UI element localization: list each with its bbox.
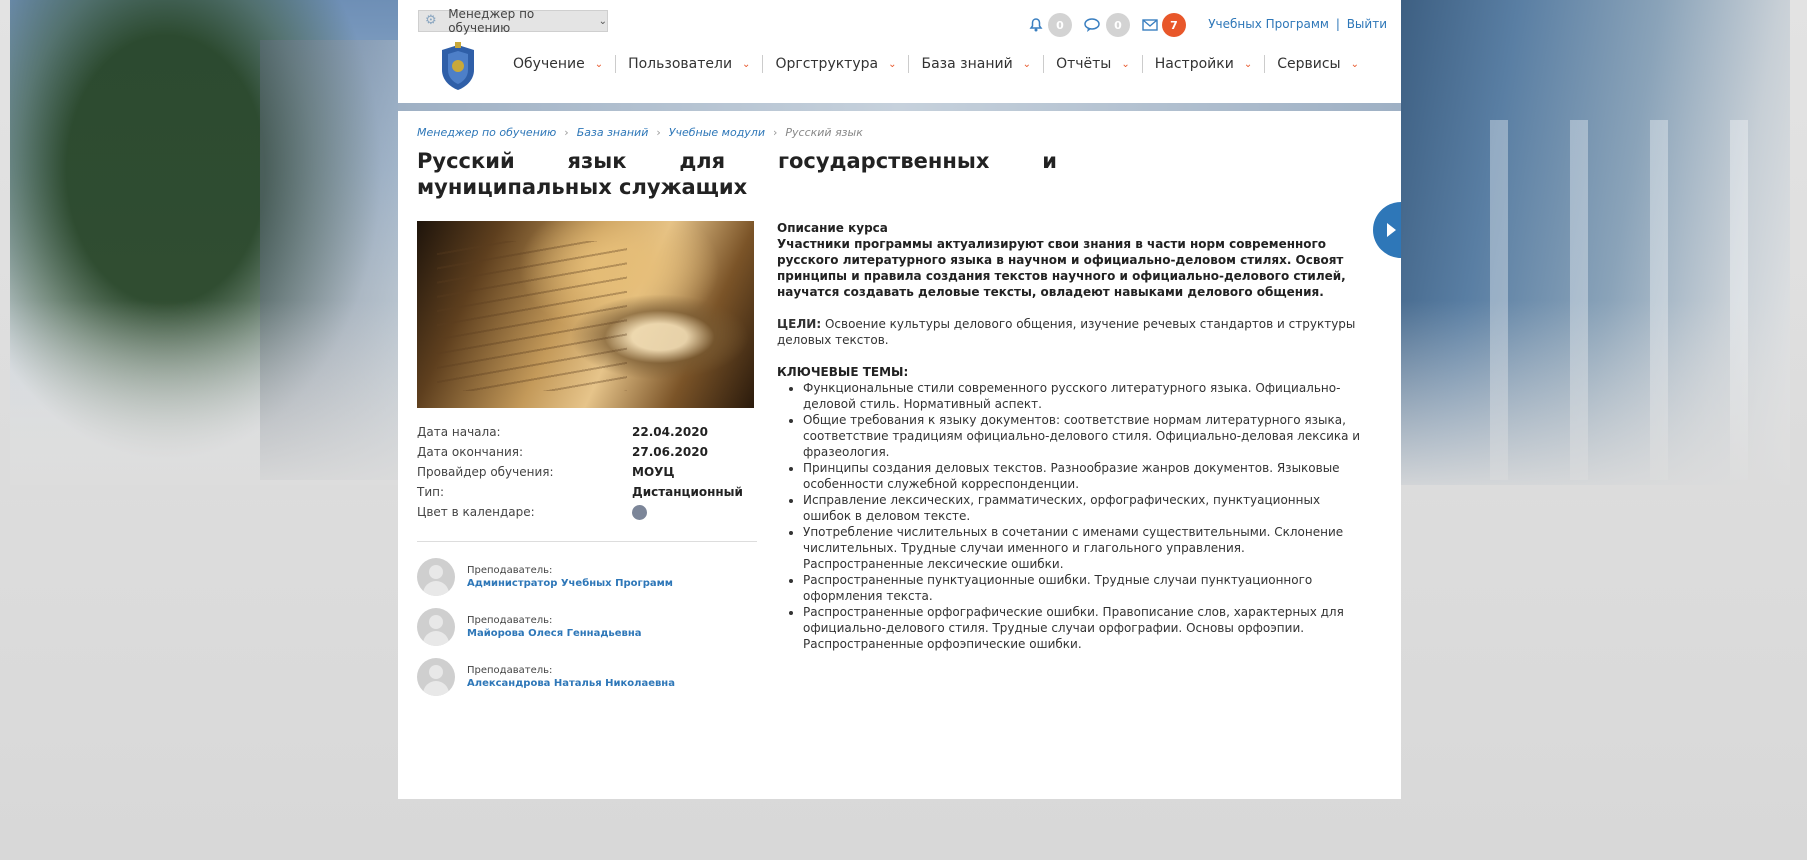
teacher-name-link[interactable]: Майорова Олеся Геннадьевна xyxy=(467,628,642,639)
site-header: ⚙ Менеджер по обучению ⌄ 0 0 7 Учебных П… xyxy=(398,0,1401,103)
mail-icon xyxy=(1142,19,1158,31)
breadcrumb-separator: › xyxy=(564,126,569,139)
breadcrumb-separator: › xyxy=(772,126,778,139)
list-item: Распространенные орфографические ошибки.… xyxy=(803,604,1367,652)
goals-paragraph: ЦЕЛИ: Освоение культуры делового общения… xyxy=(777,316,1367,348)
teacher-label: Преподаватель: xyxy=(467,565,553,576)
description-heading: Описание курса xyxy=(777,221,888,235)
breadcrumb: Менеджер по обучению › База знаний › Уче… xyxy=(417,126,863,139)
list-item: Исправление лексических, грамматических,… xyxy=(803,492,1367,524)
info-value: 27.06.2020 xyxy=(632,445,708,459)
breadcrumb-current: Русский язык xyxy=(785,126,863,139)
nav-label: База знаний xyxy=(921,56,1013,72)
description-lead: Участники программы актуализируют свои з… xyxy=(777,237,1346,299)
course-panel: Менеджер по обучению › База знаний › Уче… xyxy=(398,111,1401,799)
chevron-down-icon: ⌄ xyxy=(594,58,604,70)
nav-label: Оргструктура xyxy=(775,56,879,72)
breadcrumb-separator: › xyxy=(656,126,661,139)
coat-of-arms-icon[interactable] xyxy=(438,42,478,92)
bell-icon xyxy=(1029,18,1043,32)
link-separator: | xyxy=(1335,17,1340,31)
teacher-label: Преподаватель: xyxy=(467,615,553,626)
user-links: Учебных Программ | Выйти xyxy=(1208,17,1387,31)
info-row-calendar-color: Цвет в календаре: xyxy=(417,502,757,522)
info-key: Цвет в календаре: xyxy=(417,505,535,519)
nav-item-services[interactable]: Сервисы ⌄ xyxy=(1264,55,1371,73)
info-row-provider: Провайдер обучения: МОУЦ xyxy=(417,462,757,482)
teacher-name-link[interactable]: Администратор Учебных Программ xyxy=(467,578,673,589)
chat-icon xyxy=(1084,18,1100,32)
goals-label: ЦЕЛИ: xyxy=(777,317,822,331)
header-photo-strip xyxy=(398,103,1401,111)
chevron-down-icon: ⌄ xyxy=(1022,58,1032,70)
nav-item-knowledge-base[interactable]: База знаний ⌄ xyxy=(908,55,1043,73)
info-divider xyxy=(417,541,757,542)
main-nav: Обучение ⌄ Пользователи ⌄ Оргструктура ⌄… xyxy=(513,55,1371,73)
info-value: Дистанционный xyxy=(632,485,743,499)
course-description: Описание курса Участники программы актуа… xyxy=(777,220,1367,652)
calendar-color-swatch xyxy=(632,504,647,520)
messages-button[interactable]: 0 xyxy=(1084,13,1130,37)
course-image xyxy=(417,221,754,408)
info-row-type: Тип: Дистанционный xyxy=(417,482,757,502)
info-value: МОУЦ xyxy=(632,465,675,479)
teacher-card: Преподаватель: Александрова Наталья Нико… xyxy=(417,657,757,697)
chevron-down-icon: ⌄ xyxy=(888,58,897,70)
course-info: Дата начала: 22.04.2020 Дата окончания: … xyxy=(417,422,757,522)
list-item: Употребление числительных в сочетании с … xyxy=(803,524,1367,572)
info-row-end: Дата окончания: 27.06.2020 xyxy=(417,442,757,462)
info-key: Дата начала: xyxy=(417,425,501,439)
chevron-down-icon: ⌄ xyxy=(598,15,607,27)
list-item: Общие требования к языку документов: соо… xyxy=(803,412,1367,460)
info-key: Дата окончания: xyxy=(417,445,524,459)
avatar xyxy=(417,558,455,596)
mail-button[interactable]: 7 xyxy=(1142,13,1186,37)
chevron-down-icon: ⌄ xyxy=(1243,58,1253,70)
gear-icon: ⚙ xyxy=(425,13,437,28)
topics-list: Функциональные стили современного русско… xyxy=(777,380,1367,652)
nav-label: Пользователи xyxy=(628,56,733,72)
teacher-name-link[interactable]: Александрова Наталья Николаевна xyxy=(467,678,675,689)
mail-count: 7 xyxy=(1162,13,1186,37)
page-title: Русский язык для государственных и муниц… xyxy=(417,149,1057,199)
nav-label: Обучение xyxy=(513,56,585,72)
chevron-down-icon: ⌄ xyxy=(742,58,751,70)
teacher-card: Преподаватель: Майорова Олеся Геннадьевн… xyxy=(417,607,757,647)
list-item: Распространенные пунктуационные ошибки. … xyxy=(803,572,1367,604)
nav-label: Настройки xyxy=(1154,56,1234,72)
notifications-count: 0 xyxy=(1048,13,1072,37)
nav-item-learning[interactable]: Обучение ⌄ xyxy=(513,55,615,73)
breadcrumb-link[interactable]: Учебные модули xyxy=(669,126,765,139)
nav-item-reports[interactable]: Отчёты ⌄ xyxy=(1043,55,1142,73)
nav-label: Сервисы xyxy=(1277,56,1341,72)
messages-count: 0 xyxy=(1106,13,1130,37)
nav-item-orgstructure[interactable]: Оргструктура ⌄ xyxy=(762,55,908,73)
topics-label: КЛЮЧЕВЫЕ ТЕМЫ: xyxy=(777,365,909,379)
teacher-card: Преподаватель: Администратор Учебных Про… xyxy=(417,557,757,597)
chevron-down-icon: ⌄ xyxy=(1121,58,1130,70)
role-label: Менеджер по обучению xyxy=(448,7,535,35)
notification-area: 0 0 7 xyxy=(1028,12,1198,38)
teacher-label: Преподаватель: xyxy=(467,665,553,676)
info-key: Тип: xyxy=(417,485,445,499)
user-link[interactable]: Учебных Программ xyxy=(1208,17,1329,31)
nav-item-settings[interactable]: Настройки ⌄ xyxy=(1141,55,1264,73)
breadcrumb-link[interactable]: База знаний xyxy=(577,126,649,139)
notifications-button[interactable]: 0 xyxy=(1028,13,1072,37)
play-icon xyxy=(1386,223,1396,237)
info-value: 22.04.2020 xyxy=(632,425,708,439)
chevron-down-icon: ⌄ xyxy=(1350,58,1359,70)
breadcrumb-link[interactable]: Менеджер по обучению xyxy=(417,126,556,139)
logout-link[interactable]: Выйти xyxy=(1347,17,1387,31)
info-key: Провайдер обучения: xyxy=(417,465,554,479)
goals-text: Освоение культуры делового общения, изуч… xyxy=(777,317,1356,347)
list-item: Принципы создания деловых текстов. Разно… xyxy=(803,460,1367,492)
avatar xyxy=(417,658,455,696)
avatar xyxy=(417,608,455,646)
info-row-start: Дата начала: 22.04.2020 xyxy=(417,422,757,442)
nav-label: Отчёты xyxy=(1056,56,1112,72)
list-item: Функциональные стили современного русско… xyxy=(803,380,1367,412)
role-switcher[interactable]: ⚙ Менеджер по обучению ⌄ xyxy=(418,7,608,35)
nav-item-users[interactable]: Пользователи ⌄ xyxy=(615,55,762,73)
